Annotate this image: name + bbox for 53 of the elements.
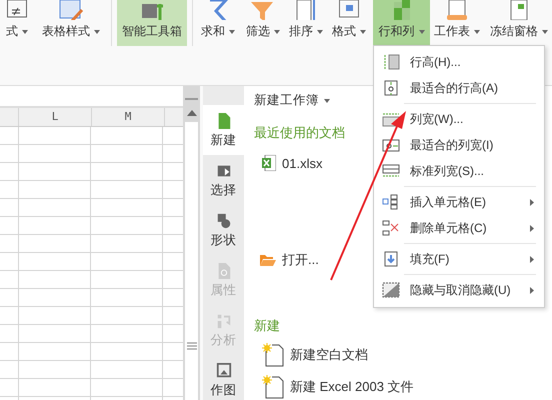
cursor-icon	[216, 163, 232, 179]
menu-item[interactable]: 插入单元格(E)	[374, 189, 544, 215]
ribbon-button[interactable]: 智能工具箱	[117, 0, 187, 46]
menu-item[interactable]: 标准列宽(S)...	[374, 158, 544, 184]
delete-cells-icon	[382, 220, 400, 236]
side-tab[interactable]: 形状	[203, 205, 244, 255]
properties-icon	[216, 263, 232, 279]
ribbon-button[interactable]: 工作表	[432, 0, 482, 46]
spreadsheet-grid[interactable]	[0, 127, 183, 400]
ribbon-button[interactable]: 求和	[198, 0, 238, 46]
ribbon-button[interactable]: 行和列	[373, 0, 430, 46]
ribbon-button[interactable]: 表格样式	[36, 0, 106, 46]
row-height-icon	[382, 54, 400, 70]
recent-file-link[interactable]: 01.xlsx	[282, 156, 322, 170]
new-document-icon	[262, 343, 284, 367]
side-tab[interactable]: 选择	[203, 155, 244, 205]
scrollbar[interactable]	[183, 86, 200, 400]
table-style-icon	[57, 0, 85, 20]
menu-item[interactable]: 行高(H)...	[374, 49, 544, 75]
column-header[interactable]: M	[92, 108, 165, 126]
ribbon-button[interactable]: 排序	[287, 0, 325, 46]
ribbon-button[interactable]: 冻结窗格	[486, 0, 552, 46]
hide-icon	[382, 282, 400, 298]
document-icon	[216, 113, 232, 129]
ribbon-button[interactable]: 式	[0, 0, 34, 46]
menu-item[interactable]: 最适合的列宽(I)	[374, 132, 544, 158]
analysis-icon	[216, 313, 232, 329]
folder-icon	[260, 254, 276, 266]
scroll-up-icon[interactable]	[186, 110, 196, 116]
section-heading: 最近使用的文档	[254, 124, 345, 142]
fill-icon	[382, 251, 400, 267]
new-document-link[interactable]: 新建 Excel 2003 文件	[290, 378, 414, 396]
side-tab[interactable]: 作图	[203, 355, 244, 400]
autofit-row-icon	[382, 80, 400, 96]
new-document-link[interactable]: 新建空白文档	[290, 346, 368, 364]
side-tab[interactable]: 新建	[203, 105, 244, 155]
standard-width-icon	[382, 163, 400, 179]
menu-item[interactable]: 隐藏与取消隐藏(U)	[374, 277, 544, 303]
caret-icon	[324, 98, 330, 103]
grip-icon	[186, 342, 196, 350]
menu-item[interactable]: 填充(F)	[374, 246, 544, 272]
column-header[interactable]: L	[19, 108, 92, 126]
image-icon	[216, 363, 232, 379]
ribbon-button[interactable]: 格式	[330, 0, 368, 46]
spreadsheet-file-icon	[262, 155, 276, 171]
section-heading: 新建	[254, 317, 280, 335]
ribbon-button[interactable]: 筛选	[242, 0, 284, 46]
shapes-icon	[216, 213, 232, 229]
insert-cells-icon	[382, 194, 400, 210]
menu-item[interactable]: 删除单元格(C)	[374, 215, 544, 241]
menu-item[interactable]: 最适合的行高(A)	[374, 75, 544, 101]
open-link[interactable]: 打开...	[282, 251, 319, 269]
workbook-dropdown[interactable]: 新建工作簿	[254, 92, 330, 108]
